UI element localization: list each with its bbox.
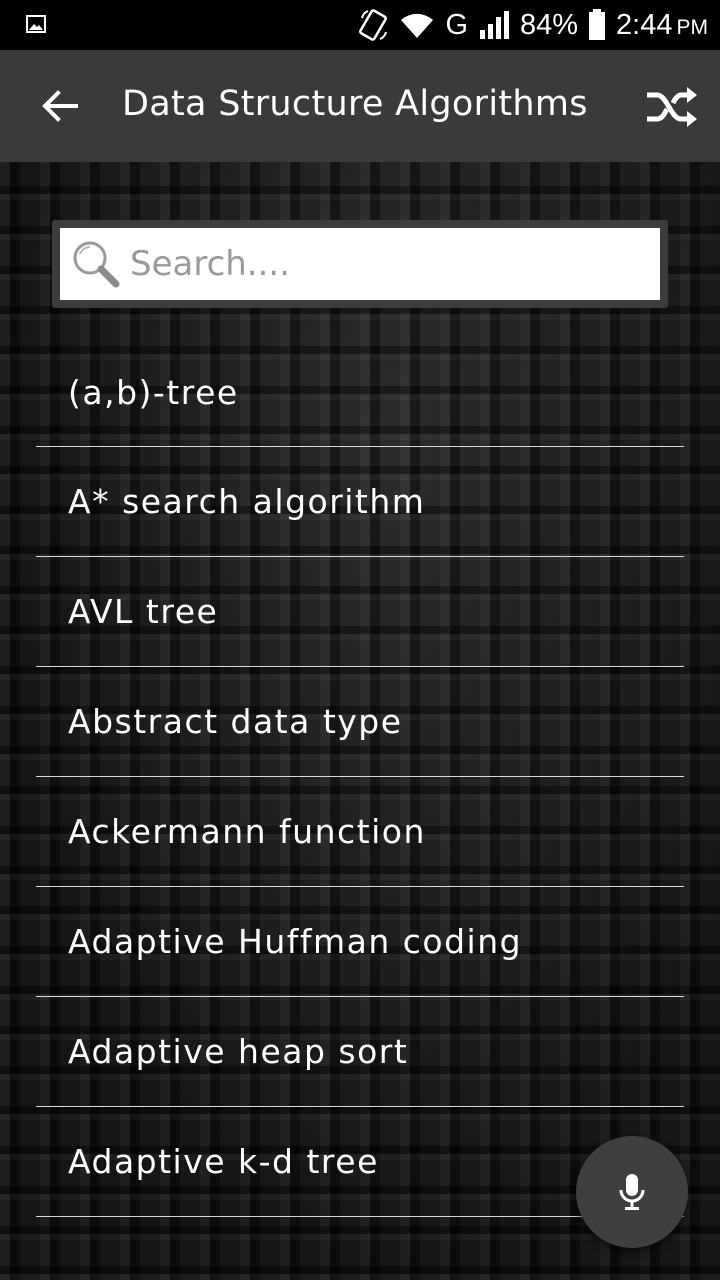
list-item-label: AVL tree: [68, 592, 219, 631]
list-item[interactable]: Ackermann function: [36, 777, 684, 887]
list-item[interactable]: AVL tree: [36, 557, 684, 667]
network-type: G: [445, 8, 468, 41]
battery-percent: 84%: [520, 8, 579, 41]
image-icon: [26, 15, 46, 33]
shuffle-icon: [647, 87, 697, 127]
app-toolbar: Data Structure Algorithms: [0, 50, 720, 162]
list-item[interactable]: Adaptive heap sort: [36, 997, 684, 1107]
list-item-label: Abstract data type: [68, 702, 403, 741]
list-item[interactable]: Abstract data type: [36, 667, 684, 777]
search-icon: [73, 241, 120, 288]
battery-icon: [589, 9, 606, 40]
list-item[interactable]: A* search algorithm: [36, 447, 684, 557]
list-item-label: Adaptive Huffman coding: [68, 922, 523, 961]
list-item[interactable]: (a,b)-tree: [36, 338, 684, 447]
rotate-icon: [359, 9, 388, 41]
list-item[interactable]: Adaptive Huffman coding: [36, 887, 684, 997]
algorithm-list: (a,b)-tree A* search algorithm AVL tree …: [36, 338, 684, 1217]
wifi-icon: [401, 13, 434, 38]
search-container: [52, 220, 668, 308]
page-title: Data Structure Algorithms: [122, 84, 588, 124]
arrow-left-icon: [42, 90, 78, 122]
shuffle-button[interactable]: [642, 78, 700, 136]
signal-icon: [480, 11, 509, 39]
back-button[interactable]: [32, 78, 88, 134]
list-item-label: A* search algorithm: [68, 482, 426, 521]
clock-time: 2:44: [616, 8, 673, 41]
voice-search-button[interactable]: [576, 1136, 688, 1248]
search-input[interactable]: [128, 243, 652, 285]
microphone-icon: [619, 1174, 645, 1210]
list-item-label: Ackermann function: [68, 812, 426, 851]
list-item-label: Adaptive heap sort: [68, 1032, 409, 1071]
search-box[interactable]: [60, 228, 660, 300]
list-item-label: (a,b)-tree: [68, 372, 239, 412]
list-item-label: Adaptive k-d tree: [68, 1142, 379, 1181]
status-bar: G 84% 2:44 PM: [0, 0, 720, 50]
clock-ampm: PM: [676, 16, 709, 39]
